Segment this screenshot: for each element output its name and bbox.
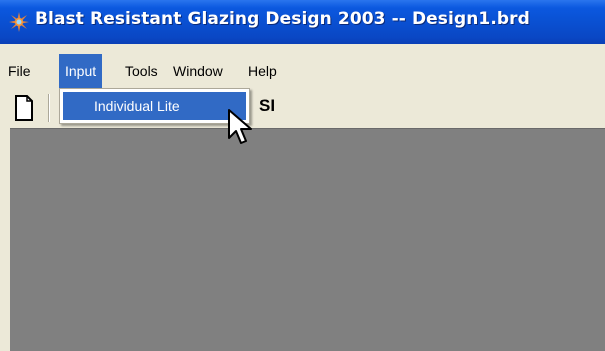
menu-help[interactable]: Help [242,54,283,88]
menu-input[interactable]: Input [59,54,103,88]
new-document-icon[interactable] [14,95,34,121]
menu-bar: File Input Tools Window Help [0,54,605,88]
app-window: Blast Resistant Glazing Design 2003 -- D… [0,0,605,351]
menu-file[interactable]: File [2,54,37,88]
input-dropdown-menu: Individual Lite [59,88,250,124]
mouse-cursor-icon [228,109,252,144]
menu-tools[interactable]: Tools [119,54,164,88]
toolbar-separator [48,94,50,122]
mdi-client-area[interactable] [10,128,605,351]
app-icon [9,12,29,32]
window-title: Blast Resistant Glazing Design 2003 -- D… [35,9,530,29]
menu-item-individual-lite[interactable]: Individual Lite [63,92,246,120]
menu-window[interactable]: Window [167,54,229,88]
title-bar[interactable]: Blast Resistant Glazing Design 2003 -- D… [0,0,605,44]
units-label: SI [259,96,276,115]
